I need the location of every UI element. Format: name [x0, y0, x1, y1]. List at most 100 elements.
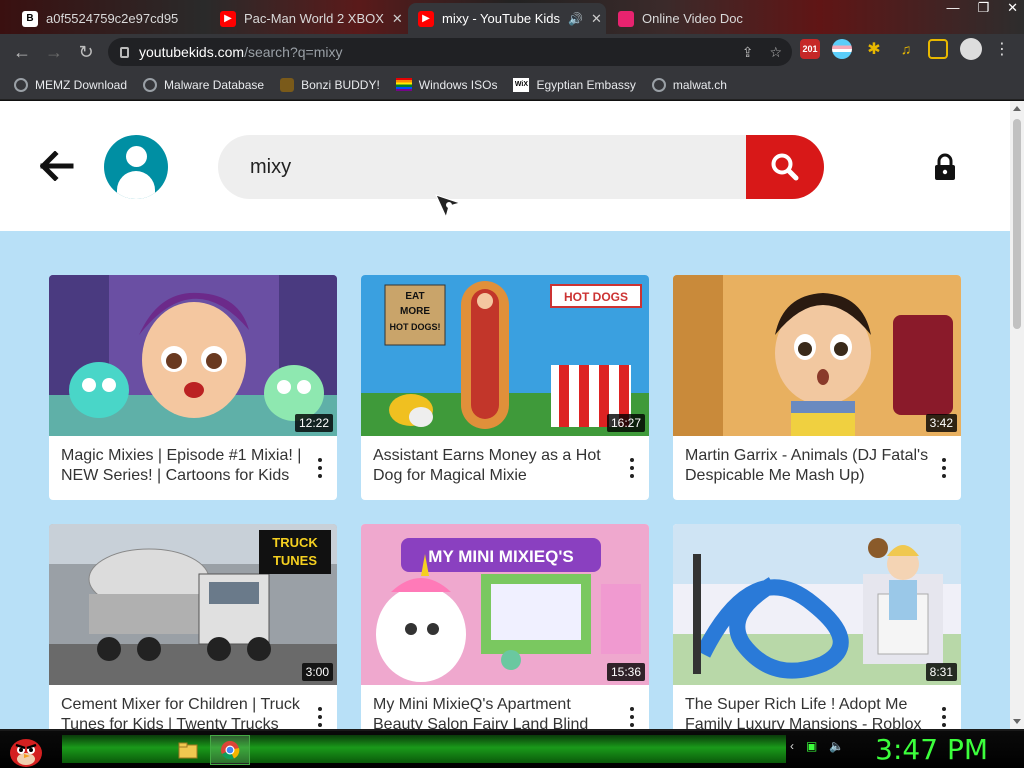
search-button[interactable]	[746, 135, 824, 199]
ytk-header	[0, 101, 1010, 231]
video-title[interactable]: My Mini MixieQ's Apartment Beauty Salon …	[373, 695, 617, 729]
bookmark-star-icon[interactable]: ☆	[769, 44, 782, 61]
puzzle-extensions-icon[interactable]: ✱	[864, 39, 884, 59]
video-duration: 12:22	[294, 414, 333, 432]
video-thumbnail[interactable]: 8:31	[673, 524, 961, 685]
bookmark-memz[interactable]: MEMZ Download	[14, 77, 127, 92]
video-card[interactable]: TRUCK TUNES 3:00 Cement Mixer for Childr…	[49, 524, 337, 729]
taskbar-clock[interactable]: 3:47 PM	[875, 733, 988, 766]
tab-2[interactable]: ▶ Pac-Man World 2 XBOX ✕	[210, 3, 406, 34]
tab-title: Online Video Doc	[642, 11, 743, 26]
more-options-icon[interactable]	[317, 458, 323, 478]
browser-toolbar: ← → ↻ youtubekids.com/search?q=mixy ⇪ ☆ …	[0, 34, 1024, 70]
menu-kebab-icon[interactable]: ⋮	[994, 39, 1010, 59]
video-title[interactable]: Assistant Earns Money as a Hot Dog for M…	[373, 446, 617, 486]
url-text: youtubekids.com/search?q=mixy	[139, 44, 343, 60]
side-panel-icon[interactable]	[928, 39, 948, 59]
parental-lock-icon[interactable]	[933, 153, 957, 181]
tab-title: Pac-Man World 2 XBOX	[244, 11, 384, 26]
more-options-icon[interactable]	[317, 707, 323, 727]
svg-text:MY MINI MIXIEQ'S: MY MINI MIXIEQ'S	[428, 547, 573, 566]
bookmark-malware-db[interactable]: Malware Database	[143, 77, 264, 92]
avatar-body	[117, 171, 155, 199]
bookmark-malwatch[interactable]: malwat.ch	[651, 77, 727, 92]
tray-chevron-icon[interactable]: ‹	[790, 739, 794, 753]
back-icon[interactable]: ←	[6, 36, 38, 68]
chrome-taskbar-button[interactable]	[210, 735, 250, 765]
cursor-icon	[435, 194, 462, 219]
bonzi-icon	[280, 77, 295, 92]
scroll-down-icon[interactable]	[1013, 719, 1021, 724]
video-title[interactable]: Martin Garrix - Animals (DJ Fatal's Desp…	[685, 446, 929, 486]
chrome-icon	[221, 741, 240, 760]
video-card[interactable]: 8:31 The Super Rich Life ! Adopt Me Fami…	[673, 524, 961, 729]
volume-icon[interactable]: 🔈	[829, 739, 844, 753]
youtube-icon: ▶	[418, 10, 434, 27]
ublock-icon[interactable]: 201	[800, 39, 820, 59]
tab-1[interactable]: B a0f5524759c2e97cd95	[12, 3, 208, 34]
video-thumbnail[interactable]: EAT MORE HOT DOGS! HOT DOGS 16:27	[361, 275, 649, 436]
search-box	[218, 135, 824, 199]
video-thumbnail[interactable]: TRUCK TUNES 3:00	[49, 524, 337, 685]
video-thumbnail[interactable]: 3:42	[673, 275, 961, 436]
lock-icon[interactable]	[120, 46, 129, 58]
system-tray: ‹ ▣ 🔈	[790, 739, 844, 753]
more-options-icon[interactable]	[941, 458, 947, 478]
more-options-icon[interactable]	[629, 458, 635, 478]
start-button-angry-bird-icon[interactable]	[6, 731, 46, 768]
video-card[interactable]: 3:42 Martin Garrix - Animals (DJ Fatal's…	[673, 275, 961, 500]
tab-title: mixy - YouTube Kids	[442, 11, 561, 26]
browser-tab-strip: B a0f5524759c2e97cd95 ▶ Pac-Man World 2 …	[0, 0, 1024, 34]
more-options-icon[interactable]	[629, 707, 635, 727]
file-explorer-taskbar-button[interactable]	[168, 735, 208, 765]
video-title[interactable]: The Super Rich Life ! Adopt Me Family Lu…	[685, 695, 929, 729]
tab-3-active[interactable]: ▶ mixy - YouTube Kids 🔊 ✕	[408, 3, 606, 34]
video-thumbnail[interactable]: 12:22	[49, 275, 337, 436]
video-duration: 15:36	[606, 663, 645, 681]
bookmark-egyptian-embassy[interactable]: WiX Egyptian Embassy	[513, 77, 636, 92]
profile-avatar-icon[interactable]	[960, 38, 982, 60]
network-icon[interactable]: ▣	[806, 739, 817, 753]
video-card[interactable]: 12:22 Magic Mixies | Episode #1 Mixia! |…	[49, 275, 337, 500]
forward-icon[interactable]: →	[38, 36, 70, 68]
page-scrollbar[interactable]	[1010, 101, 1024, 729]
youtube-icon: ▶	[220, 10, 236, 27]
tab-4[interactable]: Online Video Doc	[608, 3, 758, 34]
video-card[interactable]: MY MINI MIXIEQ'S 15:36 My Mini MixieQ's …	[361, 524, 649, 729]
search-input[interactable]	[250, 135, 730, 199]
close-icon[interactable]: ✕	[591, 11, 602, 27]
trans-flag-extension-icon[interactable]	[832, 39, 852, 59]
avatar-head	[126, 146, 147, 167]
scroll-up-icon[interactable]	[1013, 106, 1021, 111]
video-title[interactable]: Magic Mixies | Episode #1 Mixia! | NEW S…	[61, 446, 305, 486]
share-icon[interactable]: ⇪	[742, 44, 754, 61]
search-icon	[771, 153, 799, 181]
bookmark-windows-isos[interactable]: Windows ISOs	[395, 78, 497, 92]
speaker-icon[interactable]: 🔊	[568, 12, 583, 26]
close-window-icon[interactable]: ✕	[1007, 0, 1018, 16]
scroll-thumb[interactable]	[1013, 119, 1021, 329]
bookmark-bonzi[interactable]: Bonzi BUDDY!	[280, 77, 380, 92]
reload-icon[interactable]: ↻	[70, 36, 102, 68]
svg-text:TUNES: TUNES	[273, 553, 317, 568]
folder-icon	[178, 742, 198, 759]
video-title[interactable]: Cement Mixer for Children | Truck Tunes …	[61, 695, 305, 729]
more-options-icon[interactable]	[941, 707, 947, 727]
svg-text:HOT DOGS: HOT DOGS	[564, 290, 628, 304]
address-bar[interactable]: youtubekids.com/search?q=mixy ⇪ ☆	[108, 38, 792, 66]
video-thumbnail[interactable]: MY MINI MIXIEQ'S 15:36	[361, 524, 649, 685]
svg-text:MORE: MORE	[400, 306, 430, 317]
video-card[interactable]: EAT MORE HOT DOGS! HOT DOGS 16:27 Assist…	[361, 275, 649, 500]
close-icon[interactable]: ✕	[392, 11, 403, 27]
maximize-icon[interactable]: ❐	[977, 0, 989, 16]
video-duration: 8:31	[925, 663, 957, 681]
taskbar: ‹ ▣ 🔈 3:47 PM	[0, 729, 1024, 768]
bookmarks-bar: MEMZ Download Malware Database Bonzi BUD…	[0, 70, 1024, 100]
back-arrow-icon[interactable]	[40, 151, 74, 181]
minimize-icon[interactable]: —	[946, 0, 959, 16]
globe-icon	[143, 77, 158, 92]
media-queue-icon[interactable]: ♫	[896, 39, 916, 59]
tab-title: a0f5524759c2e97cd95	[46, 11, 179, 26]
svg-text:EAT: EAT	[405, 291, 424, 302]
profile-avatar[interactable]	[104, 135, 168, 199]
